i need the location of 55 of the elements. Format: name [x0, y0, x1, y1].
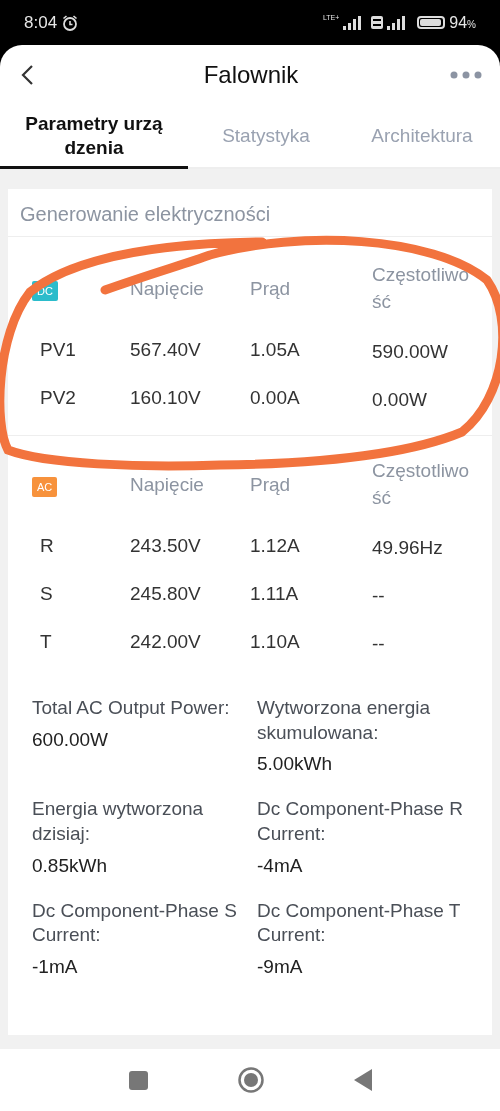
stat-value: -1mA: [32, 956, 79, 979]
column-header: Prąd: [250, 473, 292, 496]
table-cell-text: 242.00V: [130, 631, 202, 653]
table-cell-text: 245.80V: [130, 583, 202, 605]
table-cell-text: --: [372, 632, 386, 656]
table-cell-text: 1.12A: [250, 535, 301, 557]
column-header: Napięcie: [130, 473, 205, 496]
table-cell-text: PV1: [39, 339, 77, 361]
stat-value: -4mA: [257, 854, 304, 877]
tab[interactable]: Statystyka: [188, 105, 344, 169]
battery-icon: [417, 16, 446, 29]
stat-label: Dc Component-Phase S Current:: [32, 898, 238, 948]
home-icon[interactable]: [237, 1067, 264, 1093]
table-cell-text: 1.05A: [250, 339, 301, 361]
signal-icon: [387, 15, 408, 30]
table-cell-text: S: [39, 583, 54, 605]
page-title: Falownik: [203, 61, 299, 89]
stat-label: Wytworzona energia skumulowana:: [257, 696, 432, 745]
column-header: Napięcie: [130, 277, 205, 300]
recents-icon[interactable]: [128, 1070, 148, 1090]
table-cell-text: 160.10V: [130, 387, 202, 409]
table-cell-text: T: [39, 631, 53, 653]
stat-value: 600.00W: [32, 728, 110, 751]
volte-icon: [371, 16, 384, 29]
alarm-icon: [61, 13, 80, 32]
table-cell-text: 1.11A: [250, 583, 300, 605]
stat-label: Dc Component-Phase T Current:: [257, 898, 462, 948]
signal-icon: [343, 15, 364, 30]
stat-label: Total AC Output Power:: [32, 696, 231, 720]
stat-value: 5.00kWh: [257, 753, 333, 776]
table-cell-text: 243.50V: [130, 535, 202, 557]
more-icon[interactable]: [450, 71, 482, 79]
column-header: Częstotliwość: [372, 263, 471, 314]
table-cell-text: R: [39, 535, 55, 557]
table-cell-text: --: [372, 584, 386, 608]
table-cell-text: 1.10A: [250, 631, 301, 653]
table-cell-text: 567.40V: [130, 339, 202, 361]
battery-percent: 94%: [449, 13, 476, 32]
column-header: Częstotliwość: [372, 459, 471, 510]
table-cell-text: 0.00W: [372, 388, 428, 412]
type-badge: AC: [32, 477, 58, 497]
stat-value: -9mA: [257, 956, 304, 979]
tab[interactable]: Architektura: [344, 105, 500, 169]
column-header: Prąd: [250, 277, 292, 300]
table-cell-text: PV2: [39, 387, 77, 409]
back-nav-icon[interactable]: [353, 1069, 372, 1091]
status-time: 8:04: [24, 12, 58, 33]
back-icon[interactable]: [20, 64, 34, 86]
table-cell-text: 590.00W: [372, 340, 450, 364]
table-cell-text: 0.00A: [250, 387, 301, 409]
stat-label: Dc Component-Phase R Current:: [257, 797, 464, 847]
card-title: Generowanie elektryczności: [8, 189, 492, 237]
table-cell-text: 49.96Hz: [372, 536, 444, 560]
stat-label: Energia wytworzona dzisiaj:: [32, 797, 205, 847]
stat-value: 0.85kWh: [32, 854, 108, 877]
